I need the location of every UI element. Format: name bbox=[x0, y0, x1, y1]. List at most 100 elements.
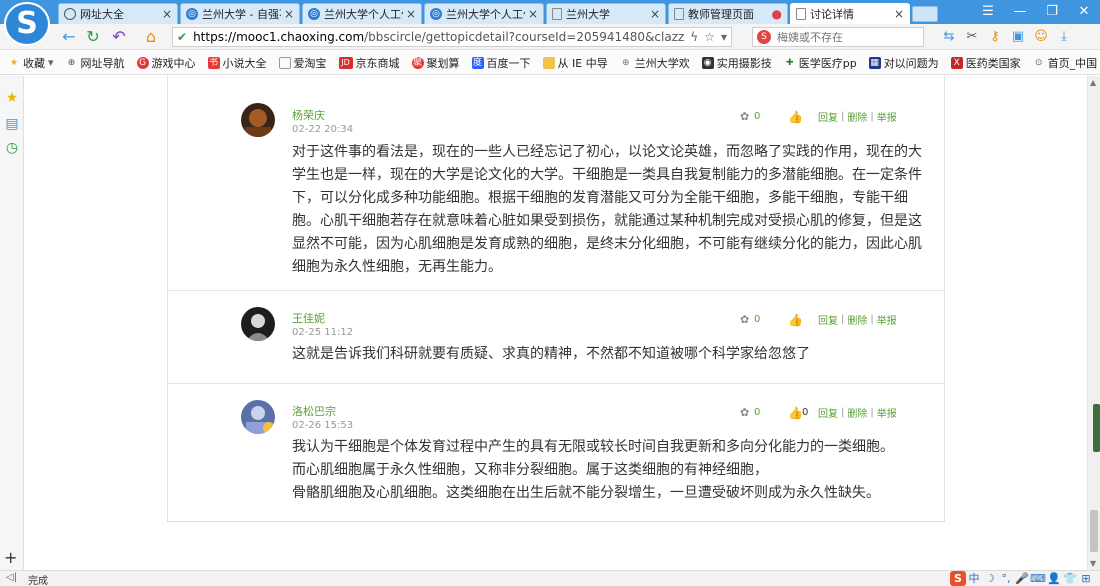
scissors-icon[interactable]: ✂ bbox=[963, 28, 981, 46]
separator: | bbox=[870, 111, 874, 122]
sidebar-toggle-icon[interactable]: ◁| bbox=[6, 572, 17, 583]
moon-icon[interactable]: ☽ bbox=[982, 571, 998, 586]
punctuation-icon[interactable]: °, bbox=[998, 571, 1014, 586]
refresh-icon[interactable]: ↻ bbox=[84, 28, 102, 46]
scroll-up-icon[interactable]: ▲ bbox=[1090, 78, 1096, 87]
restore-icon[interactable]: ❐ bbox=[1036, 0, 1068, 24]
bookmark-item[interactable]: 爱淘宝 bbox=[278, 55, 327, 71]
chinese-input-icon[interactable]: 中 bbox=[966, 571, 982, 586]
tab-2[interactable]: ◎ 兰州大学个人工作 × bbox=[302, 3, 422, 24]
tab-close-icon[interactable]: × bbox=[528, 7, 538, 21]
reply-link[interactable]: 回复 bbox=[818, 109, 838, 124]
bookmark-label: 从 IE 中导 bbox=[557, 56, 608, 70]
key-icon[interactable]: ⚷ bbox=[986, 28, 1004, 46]
bookmark-item[interactable]: ⊙ 首页_中国 bbox=[1033, 55, 1097, 71]
tab-3[interactable]: ◎ 兰州大学个人工作 × bbox=[424, 3, 544, 24]
report-link[interactable]: 举报 bbox=[877, 109, 897, 124]
comment-author[interactable]: 洛松巴宗 bbox=[292, 403, 336, 419]
tab-0[interactable]: 网址大全 × bbox=[58, 3, 178, 24]
address-bar[interactable]: ✔ https://mooc1.chaoxing.com/bbscircle/g… bbox=[172, 27, 732, 47]
delete-link[interactable]: 删除 bbox=[847, 109, 867, 124]
tab-6-active[interactable]: 讨论详情 × bbox=[790, 3, 910, 24]
bookmark-item[interactable]: 聚聚划算 bbox=[411, 55, 460, 71]
search-engine-icon[interactable]: S bbox=[757, 30, 771, 44]
side-drawer-handle[interactable] bbox=[1093, 404, 1100, 452]
add-panel-icon[interactable]: + bbox=[4, 548, 17, 567]
favorites-star-icon[interactable]: ★ bbox=[4, 90, 20, 106]
thumbs-up-icon[interactable]: 👍 bbox=[788, 406, 803, 420]
bookmark-item[interactable]: 度百度一下 bbox=[471, 55, 531, 71]
grid-icon[interactable]: ⊞ bbox=[1078, 571, 1094, 586]
bookmark-favorites[interactable]: ★ 收藏 ▾ bbox=[8, 55, 54, 71]
undo-icon[interactable]: ↶ bbox=[110, 28, 128, 46]
chevron-down-icon[interactable]: ▾ bbox=[721, 30, 727, 44]
delete-link[interactable]: 删除 bbox=[847, 312, 867, 327]
scrollbar-thumb[interactable] bbox=[1090, 510, 1098, 552]
avatar[interactable] bbox=[241, 307, 275, 341]
scroll-down-icon[interactable]: ▼ bbox=[1090, 559, 1096, 568]
tab-close-icon[interactable]: × bbox=[894, 7, 904, 21]
flower-icon[interactable]: ✿ bbox=[740, 313, 752, 326]
bookmark-item[interactable]: ⊕ 兰州大学欢 bbox=[620, 55, 690, 71]
bookmark-item[interactable]: ⊕ 网址导航 bbox=[66, 55, 125, 71]
search-box[interactable]: S bbox=[752, 27, 924, 47]
reply-link[interactable]: 回复 bbox=[818, 405, 838, 420]
search-input[interactable] bbox=[777, 30, 897, 44]
user-icon[interactable]: 👤 bbox=[1046, 571, 1062, 586]
minimize-icon[interactable]: — bbox=[1004, 0, 1036, 24]
folder-icon bbox=[542, 56, 555, 69]
document-icon bbox=[552, 8, 562, 20]
bookmark-item[interactable]: ◉ 实用摄影技 bbox=[701, 55, 772, 71]
shirt-icon[interactable]: 👕 bbox=[1062, 571, 1078, 586]
tab-close-icon[interactable]: × bbox=[162, 7, 172, 21]
thumbs-up-icon[interactable]: 👍 bbox=[788, 110, 803, 124]
bookmark-item[interactable]: 书小说大全 bbox=[207, 55, 267, 71]
lightning-icon[interactable]: ϟ bbox=[690, 30, 698, 44]
tab-close-icon[interactable]: × bbox=[406, 7, 416, 21]
download-icon[interactable]: ⤓ bbox=[1055, 28, 1073, 46]
ime-logo-icon[interactable]: S bbox=[950, 571, 966, 586]
bookmark-item[interactable]: ▦ 对以问题为 bbox=[868, 55, 939, 71]
tab-4[interactable]: 兰州大学 × bbox=[546, 3, 666, 24]
tab-5[interactable]: 教师管理页面 ● bbox=[668, 3, 788, 24]
extensions-icon[interactable]: ▣ bbox=[1009, 28, 1027, 46]
new-tab-button[interactable] bbox=[912, 6, 938, 22]
close-window-icon[interactable]: ✕ bbox=[1068, 0, 1100, 24]
comment-author[interactable]: 王佳妮 bbox=[292, 310, 325, 326]
tab-label: 兰州大学 - 自强不息 bbox=[202, 8, 281, 21]
sync-icon[interactable]: ⇆ bbox=[940, 28, 958, 46]
tab-1[interactable]: ◎ 兰州大学 - 自强不息 × bbox=[180, 3, 300, 24]
delete-link[interactable]: 删除 bbox=[847, 405, 867, 420]
flower-icon[interactable]: ✿ bbox=[740, 110, 752, 123]
user-icon[interactable]: ☺ bbox=[1032, 28, 1050, 46]
star-bookmark-icon[interactable]: ☆ bbox=[704, 30, 715, 44]
bookmark-item[interactable]: X 医药类国家 bbox=[950, 55, 1021, 71]
url-text[interactable]: https://mooc1.chaoxing.com/bbscircle/get… bbox=[193, 30, 684, 44]
vertical-scrollbar[interactable]: ▲ ▼ bbox=[1087, 76, 1100, 570]
tab-close-icon[interactable]: × bbox=[650, 7, 660, 21]
history-clock-icon[interactable]: ◷ bbox=[4, 140, 20, 156]
bookmark-item[interactable]: G 游戏中心 bbox=[136, 55, 196, 71]
report-link[interactable]: 举报 bbox=[877, 405, 897, 420]
tab-close-icon[interactable]: ● bbox=[772, 7, 782, 21]
avatar[interactable] bbox=[241, 103, 275, 137]
report-link[interactable]: 举报 bbox=[877, 312, 897, 327]
browser-logo-icon[interactable]: S bbox=[4, 2, 50, 46]
avatar[interactable] bbox=[241, 400, 275, 434]
microphone-icon[interactable]: 🎤 bbox=[1014, 571, 1030, 586]
comment-author[interactable]: 杨荣庆 bbox=[292, 107, 325, 123]
back-arrow-icon[interactable]: ← bbox=[60, 28, 78, 46]
page-icon bbox=[278, 56, 291, 69]
menu-icon[interactable]: ☰ bbox=[972, 0, 1004, 24]
bookmark-item[interactable]: ✚ 医学医疗pp bbox=[784, 55, 857, 71]
bookmark-item[interactable]: JD 京东商城 bbox=[338, 55, 400, 71]
thumbs-up-icon[interactable]: 👍 bbox=[788, 313, 803, 327]
home-icon[interactable]: ⌂ bbox=[142, 28, 160, 46]
comment-item: 杨荣庆 02-22 20:34 ✿ 0 👍 回复 | 删除 | 举报 对于这件事… bbox=[168, 76, 944, 290]
flower-icon[interactable]: ✿ bbox=[740, 406, 752, 419]
tab-close-icon[interactable]: × bbox=[284, 7, 294, 21]
reading-list-icon[interactable]: ▤ bbox=[4, 116, 20, 132]
bookmark-folder[interactable]: 从 IE 中导 bbox=[542, 55, 608, 71]
keyboard-icon[interactable]: ⌨ bbox=[1030, 571, 1046, 586]
reply-link[interactable]: 回复 bbox=[818, 312, 838, 327]
